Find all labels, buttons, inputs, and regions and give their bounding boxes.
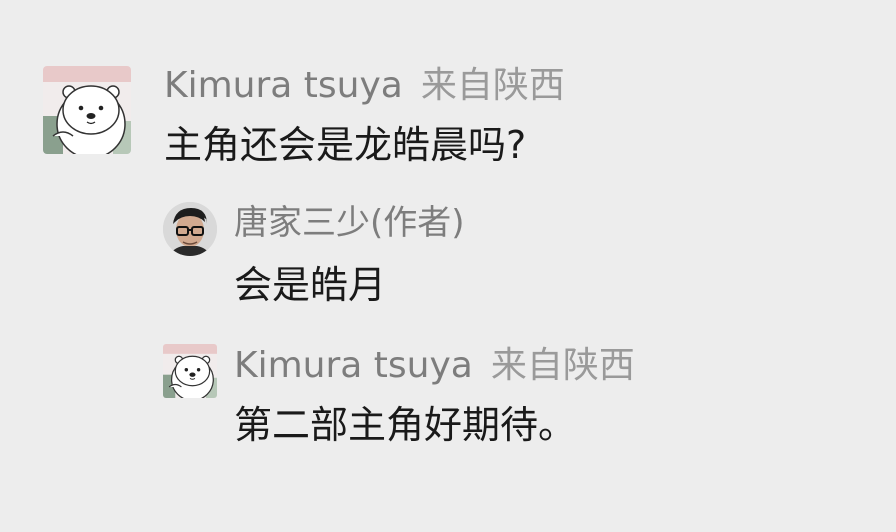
comment-author[interactable]: Kimura tsuya	[164, 65, 403, 106]
reply-location: 来自陕西	[490, 345, 635, 386]
reply-author[interactable]: Kimura tsuya	[234, 345, 473, 386]
author-photo-avatar-icon[interactable]	[163, 202, 217, 256]
reply-text: 第二部主角好期待。	[234, 403, 577, 447]
reply-author[interactable]: 唐家三少(作者)	[234, 203, 465, 243]
comment-location: 来自陕西	[420, 65, 565, 106]
polar-bear-avatar-icon[interactable]	[163, 344, 217, 398]
polar-bear-avatar-icon[interactable]	[43, 66, 131, 154]
reply-author-line: Kimura tsuya 来自陕西	[234, 348, 635, 384]
reply-text: 会是皓月	[234, 263, 387, 307]
comment-text: 主角还会是龙皓晨吗?	[164, 123, 527, 167]
reply-author-line: 唐家三少(作者)	[234, 206, 465, 240]
comment-author-line: Kimura tsuya 来自陕西	[164, 68, 565, 104]
